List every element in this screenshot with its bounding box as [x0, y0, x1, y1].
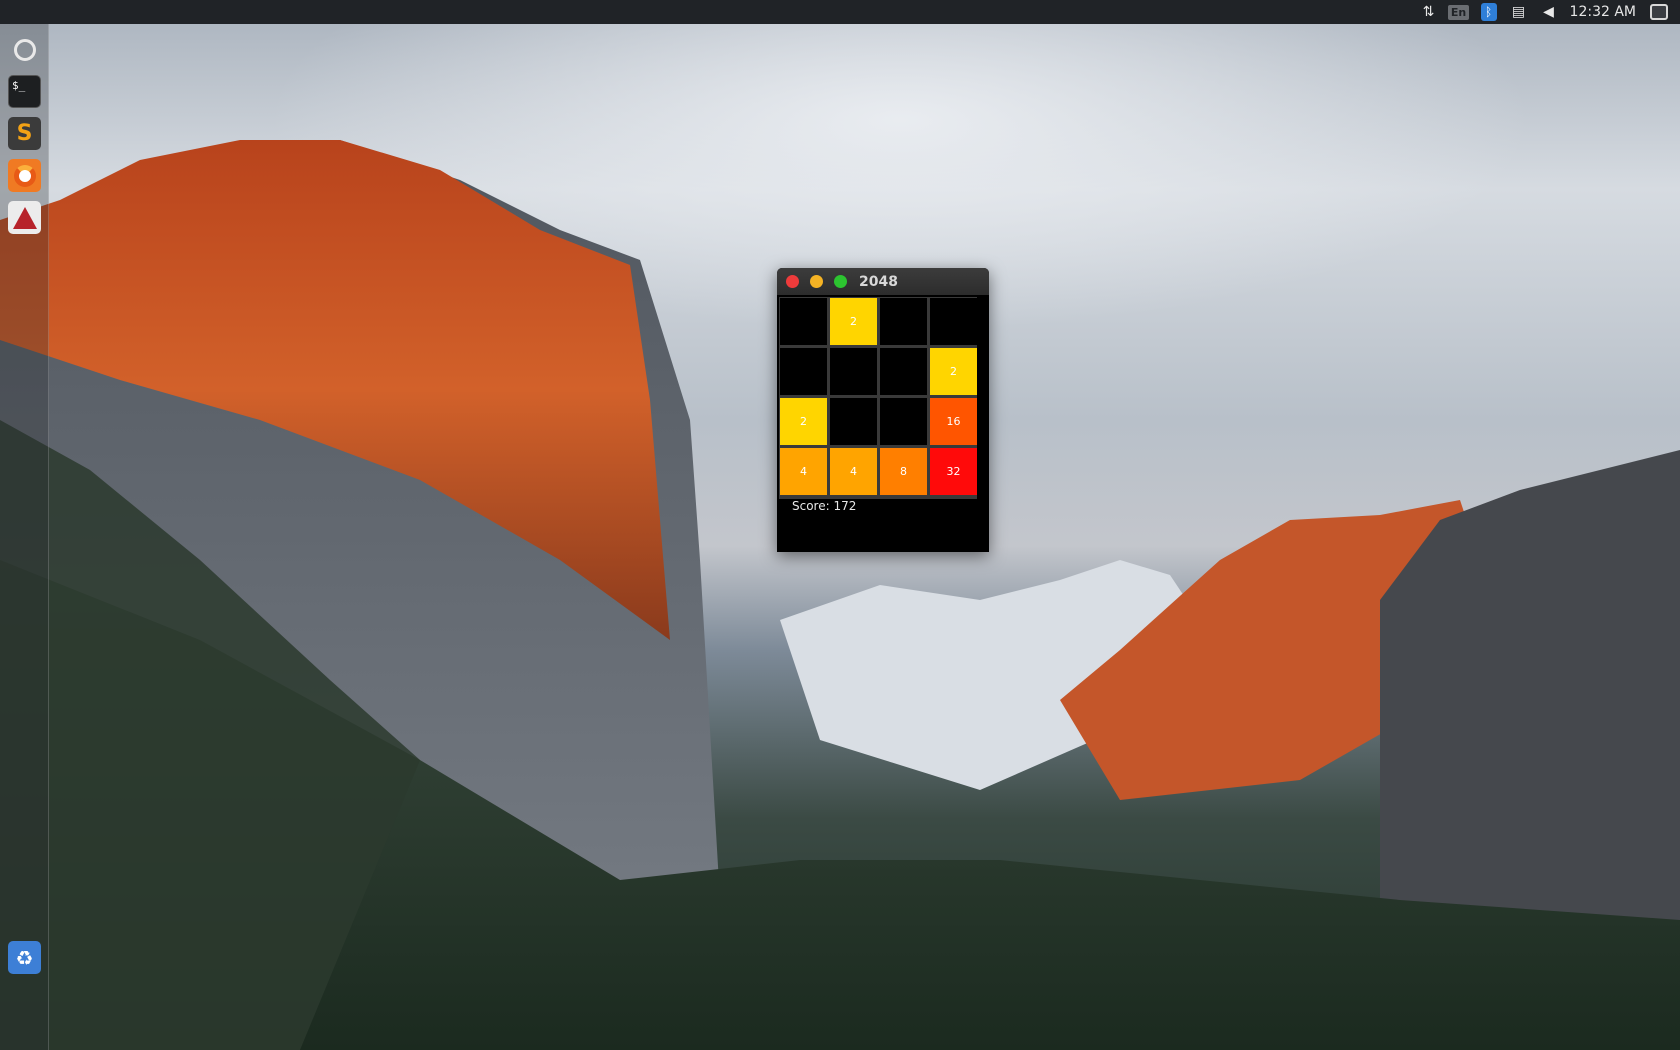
session-menu[interactable] [1644, 0, 1674, 24]
game-window[interactable]: 2048 2 2 2 16 4 4 8 32 Score: 172 [777, 268, 989, 552]
board-tile: 2 [830, 298, 877, 345]
terminal-icon: $_ [12, 79, 26, 92]
launcher-ubuntu-dash[interactable] [8, 33, 41, 66]
board-tile: 4 [830, 448, 877, 495]
board-tile [830, 398, 877, 445]
board-tile: 32 [930, 448, 977, 495]
board-tile [880, 348, 927, 395]
game-board[interactable]: 2 2 2 16 4 4 8 32 [779, 297, 977, 499]
launcher-sublime-text[interactable]: S [8, 117, 41, 150]
bluetooth-icon: ᛒ [1480, 3, 1497, 21]
launcher-trash[interactable]: ♻ [8, 941, 41, 974]
keyboard-layout-icon: En [1447, 4, 1470, 20]
firefox-icon [13, 164, 36, 187]
board-tile [780, 298, 827, 345]
window-title: 2048 [859, 273, 898, 290]
score-label: Score: 172 [792, 499, 857, 513]
maximize-button[interactable] [834, 275, 847, 288]
keyboard-layout-indicator[interactable]: En [1444, 0, 1474, 24]
board-tile: 4 [780, 448, 827, 495]
board-tile: 8 [880, 448, 927, 495]
volume-icon[interactable]: ◀ [1534, 0, 1564, 24]
sublime-text-icon: S [16, 121, 33, 146]
board-tile: 2 [780, 398, 827, 445]
java-icon [12, 206, 37, 229]
board-tile [880, 398, 927, 445]
board-tile [780, 348, 827, 395]
launcher-java-app[interactable] [8, 201, 41, 234]
board-tile [880, 298, 927, 345]
minimize-button[interactable] [810, 275, 823, 288]
board-tile [830, 348, 877, 395]
transfer-arrows-icon[interactable]: ⇅ [1414, 0, 1444, 24]
clipboard-icon[interactable]: ▤ [1504, 0, 1534, 24]
close-button[interactable] [786, 275, 799, 288]
top-panel: ⇅ En ᛒ ▤ ◀ 12:32 AM [0, 0, 1680, 24]
board-tile: 2 [930, 348, 977, 395]
session-menu-icon [1650, 4, 1668, 20]
bluetooth-indicator[interactable]: ᛒ [1474, 0, 1504, 24]
clock[interactable]: 12:32 AM [1564, 4, 1644, 20]
trash-icon: ♻ [15, 945, 34, 970]
ubuntu-logo-icon [13, 38, 36, 61]
board-tile [930, 298, 977, 345]
launcher: $_ S ♻ [0, 24, 49, 1050]
window-titlebar[interactable]: 2048 [777, 268, 989, 295]
launcher-terminal[interactable]: $_ [8, 75, 41, 108]
launcher-firefox[interactable] [8, 159, 41, 192]
board-tile: 16 [930, 398, 977, 445]
